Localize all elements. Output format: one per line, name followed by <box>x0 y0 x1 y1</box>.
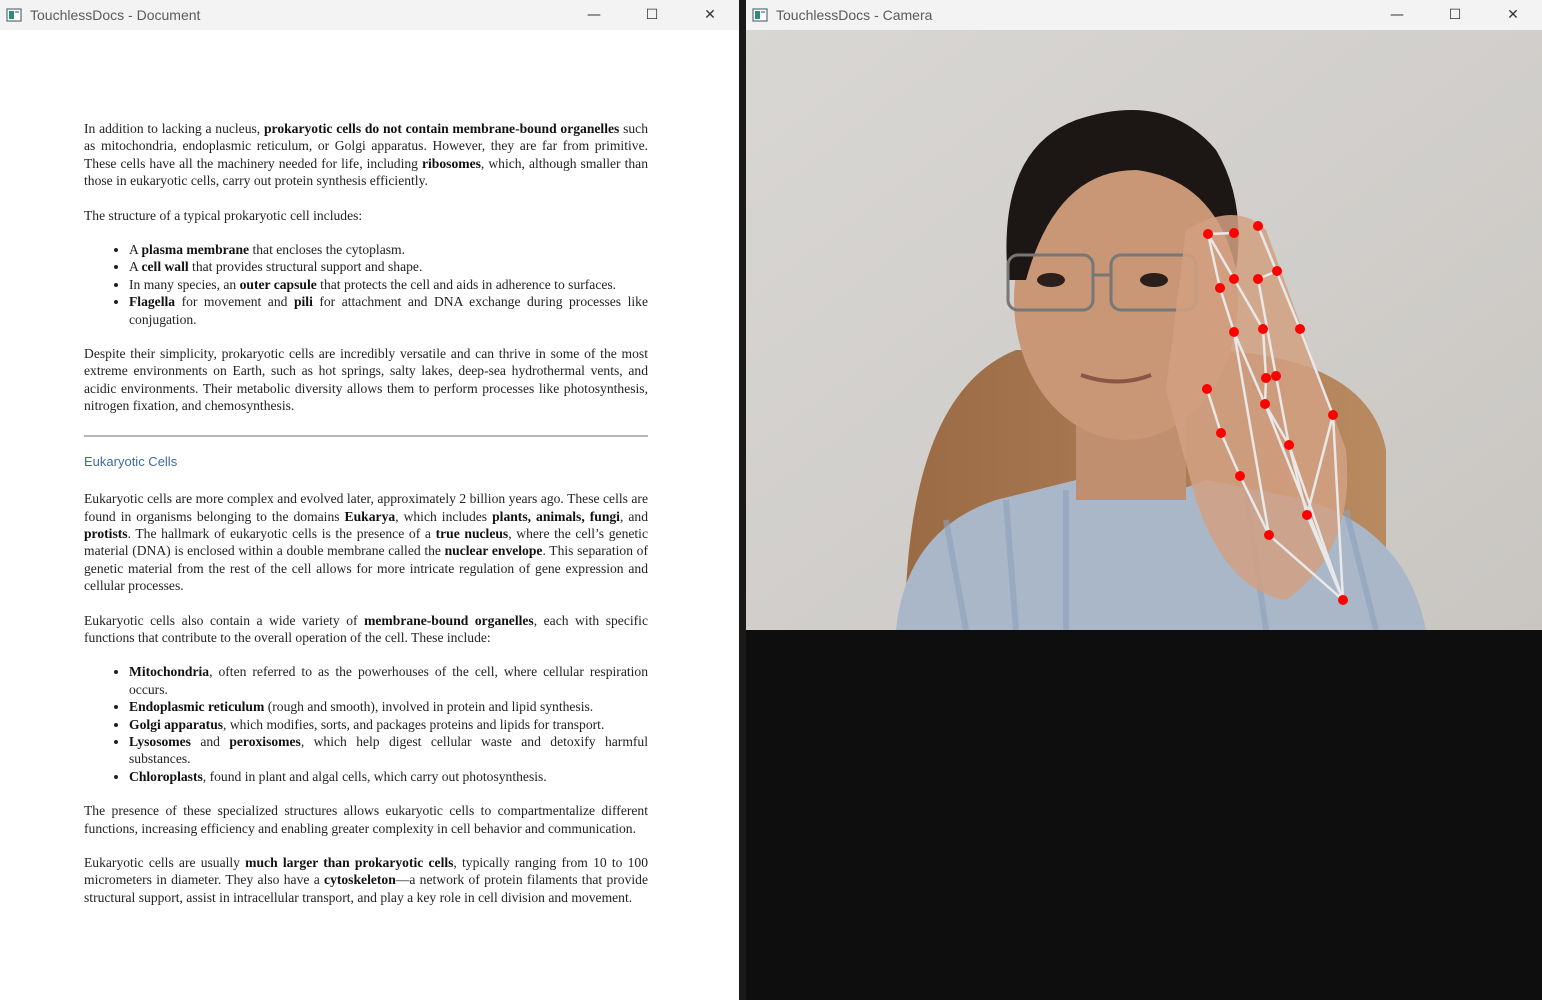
bold-term: nuclear envelope <box>444 543 543 559</box>
bold-term: pili <box>293 294 313 310</box>
bold-term: outer capsule <box>239 276 317 292</box>
list-item: In many species, an outer capsule that p… <box>129 276 648 293</box>
maximize-button[interactable]: ☐ <box>1426 0 1484 30</box>
list-item: Endoplasmic reticulum (rough and smooth)… <box>129 698 648 715</box>
minimize-button[interactable]: — <box>1368 0 1426 30</box>
eukaryotic-organelle-list: Mitochondria, often referred to as the p… <box>84 663 648 785</box>
hand-landmark-point <box>1229 327 1239 337</box>
hand-landmark-point <box>1338 595 1348 605</box>
list-item: Flagella for movement and pili for attac… <box>129 293 648 328</box>
bold-term: cytoskeleton <box>324 872 396 888</box>
maximize-icon: ☐ <box>645 7 659 23</box>
hand-landmark-point <box>1261 373 1271 383</box>
bold-term: much larger than prokaryotic cells <box>245 855 454 870</box>
paragraph-eukaryotic-intro: Eukaryotic cells are more complex and ev… <box>84 491 648 594</box>
camera-titlebar[interactable]: TouchlessDocs - Camera — ☐ ✕ <box>746 0 1542 30</box>
list-item: A plasma membrane that encloses the cyto… <box>129 241 648 258</box>
hand-landmark-point <box>1253 221 1263 231</box>
list-item: Chloroplasts, found in plant and algal c… <box>129 768 648 785</box>
hand-landmark-point <box>1284 440 1294 450</box>
desktop-gap <box>739 0 746 1000</box>
hand-landmark-point <box>1260 399 1270 409</box>
camera-window-title: TouchlessDocs - Camera <box>776 7 933 23</box>
app-icon <box>6 7 22 23</box>
paragraph-prokaryotic-organelles: In addition to lacking a nucleus, prokar… <box>84 121 648 189</box>
hand-landmark-point <box>1264 530 1274 540</box>
bold-term: ribosomes <box>422 155 481 171</box>
paragraph-specialized-structures: The presence of these specialized struct… <box>84 803 648 836</box>
bold-term: Golgi apparatus <box>129 716 224 732</box>
close-icon: ✕ <box>704 7 716 23</box>
hand-landmark-point <box>1235 471 1245 481</box>
paragraph-structure-intro: The structure of a typical prokaryotic c… <box>84 207 363 223</box>
paragraph-versatility: Despite their simplicity, prokaryotic ce… <box>84 346 648 414</box>
app-icon <box>752 7 768 23</box>
hand-landmark-point <box>1295 324 1305 334</box>
hand-landmark-point <box>1272 266 1282 276</box>
hand-landmark-point <box>1229 228 1239 238</box>
camera-frame <box>746 30 1542 630</box>
bold-term: prokaryotic cells do not contain membran… <box>263 121 620 136</box>
hand-landmark-point <box>1216 428 1226 438</box>
bold-term: Lysosomes <box>129 733 191 749</box>
bold-term: Mitochondria <box>129 664 210 680</box>
paragraph-size-cytoskeleton: Eukaryotic cells are usually much larger… <box>84 855 648 905</box>
bold-term: peroxisomes <box>229 733 301 749</box>
bold-term: Eukarya <box>344 508 396 524</box>
document-viewport[interactable]: In addition to lacking a nucleus, prokar… <box>0 30 739 1000</box>
hand-landmark-point <box>1258 324 1268 334</box>
hand-landmark-point <box>1215 283 1225 293</box>
bold-term: plants, animals, fungi <box>492 508 620 524</box>
document-page: In addition to lacking a nucleus, prokar… <box>84 120 648 923</box>
hand-landmark-point <box>1328 410 1338 420</box>
bold-term: protists <box>84 525 128 541</box>
section-heading-eukaryotic: Eukaryotic Cells <box>84 453 178 469</box>
hand-landmark-point <box>1202 384 1212 394</box>
hand-landmark-point <box>1302 510 1312 520</box>
list-item: Mitochondria, often referred to as the p… <box>129 663 648 698</box>
minimize-button[interactable]: — <box>565 0 623 30</box>
hand-landmark-point <box>1203 229 1213 239</box>
bold-term: true nucleus <box>435 525 509 541</box>
bold-term: Endoplasmic reticulum <box>129 699 265 715</box>
bold-term: membrane-bound organelles <box>364 612 534 628</box>
close-icon: ✕ <box>1507 7 1519 23</box>
minimize-icon: — <box>1390 7 1404 23</box>
hand-landmark-point <box>1271 371 1281 381</box>
maximize-button[interactable]: ☐ <box>623 0 681 30</box>
list-item: Lysosomes and peroxisomes, which help di… <box>129 733 648 768</box>
paragraph-organelles-intro: Eukaryotic cells also contain a wide var… <box>84 612 648 645</box>
hand-landmark-point <box>1253 274 1263 284</box>
bold-term: cell wall <box>141 259 189 275</box>
document-titlebar[interactable]: TouchlessDocs - Document — ☐ ✕ <box>0 0 739 30</box>
camera-feed <box>746 30 1542 630</box>
close-button[interactable]: ✕ <box>1484 0 1542 30</box>
hand-landmark-point <box>1229 274 1239 284</box>
section-divider <box>84 434 648 437</box>
minimize-icon: — <box>587 7 601 23</box>
document-window-title: TouchlessDocs - Document <box>30 7 201 23</box>
bold-term: Chloroplasts <box>129 768 203 784</box>
camera-window: TouchlessDocs - Camera — ☐ ✕ <box>746 0 1542 630</box>
list-item: Golgi apparatus, which modifies, sorts, … <box>129 716 648 733</box>
maximize-icon: ☐ <box>1448 7 1462 23</box>
prokaryotic-structure-list: A plasma membrane that encloses the cyto… <box>84 241 648 328</box>
document-window: TouchlessDocs - Document — ☐ ✕ In additi… <box>0 0 739 1000</box>
close-button[interactable]: ✕ <box>681 0 739 30</box>
bold-term: Flagella <box>129 294 176 310</box>
list-item: A cell wall that provides structural sup… <box>129 258 648 275</box>
bold-term: plasma membrane <box>141 242 250 258</box>
